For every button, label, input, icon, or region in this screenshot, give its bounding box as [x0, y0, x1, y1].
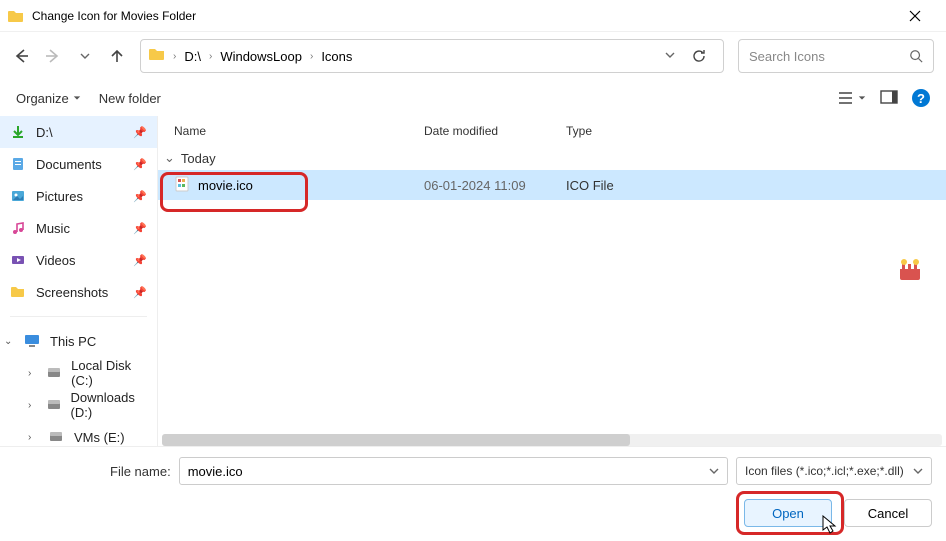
sidebar-drive[interactable]: › Local Disk (C:)	[0, 357, 157, 389]
sidebar: D:\ 📌 Documents 📌 Pictures 📌 Music 📌 Vid…	[0, 116, 158, 446]
chevron-right-icon: ›	[28, 432, 38, 443]
sidebar-item[interactable]: Screenshots 📌	[0, 276, 157, 308]
sidebar-item[interactable]: Videos 📌	[0, 244, 157, 276]
pin-icon: 📌	[133, 286, 147, 299]
chevron-right-icon: ›	[308, 51, 315, 62]
button-row: Open Cancel	[14, 499, 932, 527]
recent-locations-button[interactable]	[76, 47, 94, 65]
chevron-down-icon: ⌄	[164, 150, 175, 166]
search-input[interactable]: Search Icons	[738, 39, 934, 73]
preview-thumbnail	[894, 256, 926, 288]
download-icon	[10, 124, 26, 140]
open-button[interactable]: Open	[744, 499, 832, 527]
chevron-down-icon[interactable]	[663, 50, 677, 63]
pin-icon: 📌	[133, 190, 147, 203]
sidebar-item[interactable]: D:\ 📌	[0, 116, 157, 148]
column-date[interactable]: Date modified	[424, 124, 566, 138]
chevron-down-icon	[913, 466, 923, 476]
drive-icon	[47, 365, 61, 381]
sidebar-item[interactable]: Pictures 📌	[0, 180, 157, 212]
pc-icon	[24, 333, 40, 349]
pin-icon: 📌	[133, 126, 147, 139]
back-button[interactable]	[12, 47, 30, 65]
folder-icon	[149, 47, 165, 66]
column-headers: Name Date modified Type	[158, 116, 946, 146]
search-placeholder: Search Icons	[749, 49, 909, 64]
pin-icon: 📌	[133, 158, 147, 171]
breadcrumb-segment[interactable]: D:\	[184, 49, 201, 64]
music-icon	[10, 220, 26, 236]
chevron-right-icon: ›	[207, 51, 214, 62]
ico-file-icon	[174, 176, 190, 195]
close-button[interactable]	[892, 0, 938, 32]
chevron-right-icon: ›	[28, 400, 37, 411]
view-options-button[interactable]	[838, 91, 866, 105]
column-type[interactable]: Type	[566, 124, 666, 138]
new-folder-button[interactable]: New folder	[99, 91, 161, 106]
file-name: movie.ico	[198, 178, 253, 193]
sidebar-item[interactable]: Documents 📌	[0, 148, 157, 180]
pin-icon: 📌	[133, 222, 147, 235]
sidebar-drive[interactable]: › VMs (E:)	[0, 421, 157, 446]
main-area: D:\ 📌 Documents 📌 Pictures 📌 Music 📌 Vid…	[0, 116, 946, 446]
filename-label: File name:	[110, 464, 171, 479]
chevron-down-icon: ⌄	[4, 336, 14, 347]
window-title: Change Icon for Movies Folder	[32, 9, 892, 23]
preview-pane-button[interactable]	[880, 90, 898, 107]
filename-row: File name: movie.ico Icon files (*.ico;*…	[110, 457, 932, 485]
sidebar-this-pc[interactable]: ⌄ This PC	[0, 325, 157, 357]
file-type: ICO File	[566, 178, 666, 193]
column-name[interactable]: Name	[174, 124, 424, 138]
help-button[interactable]: ?	[912, 89, 930, 107]
toolbar: Organize New folder ?	[0, 80, 946, 116]
drive-icon	[48, 429, 64, 445]
cancel-button[interactable]: Cancel	[844, 499, 932, 527]
chevron-right-icon: ›	[171, 51, 178, 62]
refresh-button[interactable]	[683, 48, 715, 64]
drive-icon	[47, 397, 61, 413]
breadcrumb-segment[interactable]: WindowsLoop	[220, 49, 302, 64]
forward-button[interactable]	[44, 47, 62, 65]
breadcrumb-segment[interactable]: Icons	[321, 49, 352, 64]
group-header[interactable]: ⌄ Today	[158, 146, 946, 170]
horizontal-scrollbar[interactable]	[162, 434, 942, 446]
videos-icon	[10, 252, 26, 268]
organize-button[interactable]: Organize	[16, 91, 81, 106]
bottom-panel: File name: movie.ico Icon files (*.ico;*…	[0, 446, 946, 541]
documents-icon	[10, 156, 26, 172]
file-date: 06-01-2024 11:09	[424, 178, 566, 193]
filename-input[interactable]: movie.ico	[179, 457, 728, 485]
sidebar-drive[interactable]: › Downloads (D:)	[0, 389, 157, 421]
folder-icon	[8, 9, 24, 23]
pictures-icon	[10, 188, 26, 204]
up-button[interactable]	[108, 47, 126, 65]
folder-icon	[10, 284, 26, 300]
chevron-down-icon	[709, 466, 719, 476]
sidebar-item[interactable]: Music 📌	[0, 212, 157, 244]
file-list-pane: Name Date modified Type ⌄ Today movie.ic…	[158, 116, 946, 446]
title-bar: Change Icon for Movies Folder	[0, 0, 946, 32]
divider	[10, 316, 147, 317]
file-type-filter[interactable]: Icon files (*.ico;*.icl;*.exe;*.dll)	[736, 457, 932, 485]
pin-icon: 📌	[133, 254, 147, 267]
chevron-right-icon: ›	[28, 368, 37, 379]
nav-row: › D:\ › WindowsLoop › Icons Search Icons	[0, 32, 946, 80]
file-row[interactable]: movie.ico 06-01-2024 11:09 ICO File	[158, 170, 946, 200]
address-bar[interactable]: › D:\ › WindowsLoop › Icons	[140, 39, 724, 73]
